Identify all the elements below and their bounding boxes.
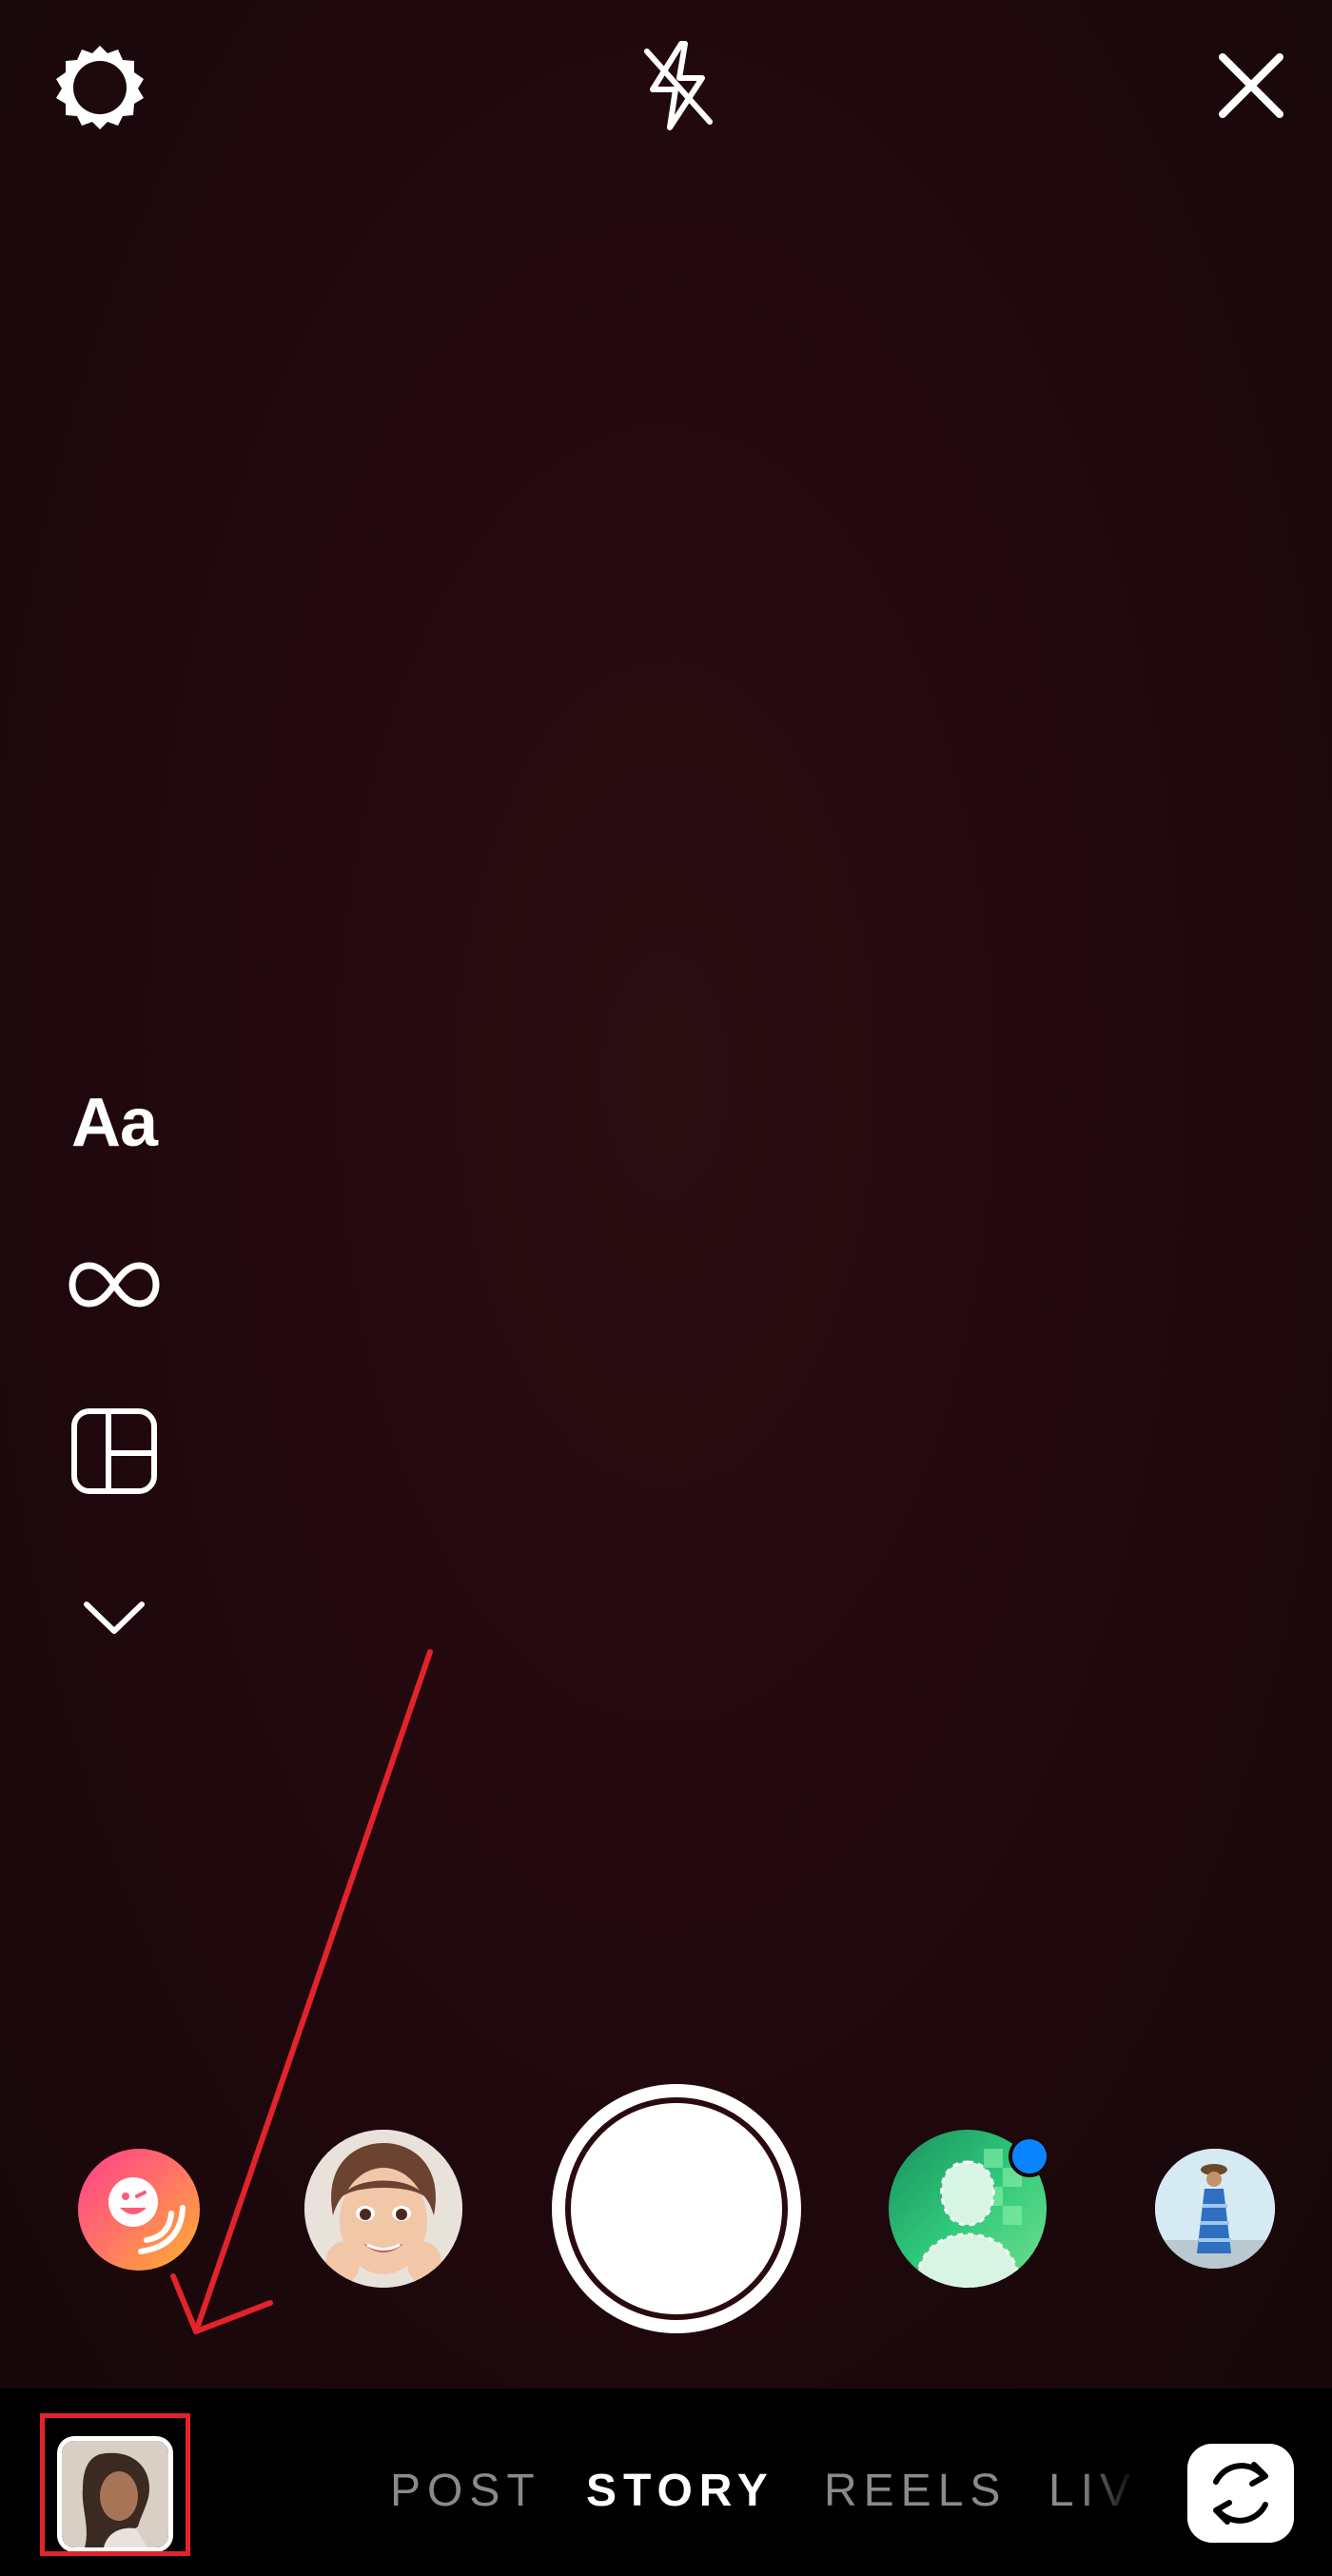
gear-icon [56,46,144,129]
photo-thumbnail-icon [1155,2149,1275,2269]
mode-story[interactable]: STORY [586,2465,774,2517]
camera-viewfinder[interactable] [0,0,1332,2389]
flip-camera-button[interactable] [1187,2444,1294,2543]
shutter-button[interactable] [552,2084,801,2333]
flash-button[interactable] [625,33,730,138]
settings-button[interactable] [48,33,152,138]
camera-mode-selector: POST STORY REELS LIVE [0,2465,1180,2522]
create-text-label: Aa [70,1085,158,1161]
camera-screen: Aa POST STORY REELS LIVE [0,0,1332,2576]
mode-post[interactable]: POST [390,2465,541,2517]
smiley-sticker-icon [108,2177,186,2254]
close-icon [1219,53,1283,118]
infinity-icon [69,1262,160,1308]
close-button[interactable] [1199,33,1303,138]
layout-button[interactable] [57,1394,171,1508]
new-effect-badge [1009,2135,1050,2177]
effect-stickers-button[interactable] [78,2149,200,2271]
create-text-button[interactable]: Aa [57,1066,171,1180]
shutter-inner-ring [565,2097,788,2320]
effect-avatar-face-button[interactable] [304,2130,462,2288]
more-tools-button[interactable] [57,1561,171,1675]
chevron-down-icon [84,1602,145,1634]
effect-photo-button[interactable] [1155,2149,1275,2269]
flip-camera-icon [1213,2462,1268,2525]
mode-reels[interactable]: REELS [824,2465,1007,2517]
mode-live[interactable]: LIVE [1048,2465,1174,2517]
boomerang-button[interactable] [57,1228,171,1342]
flash-off-icon [644,41,713,130]
avatar-face-icon [304,2130,462,2288]
layout-icon [71,1408,157,1494]
